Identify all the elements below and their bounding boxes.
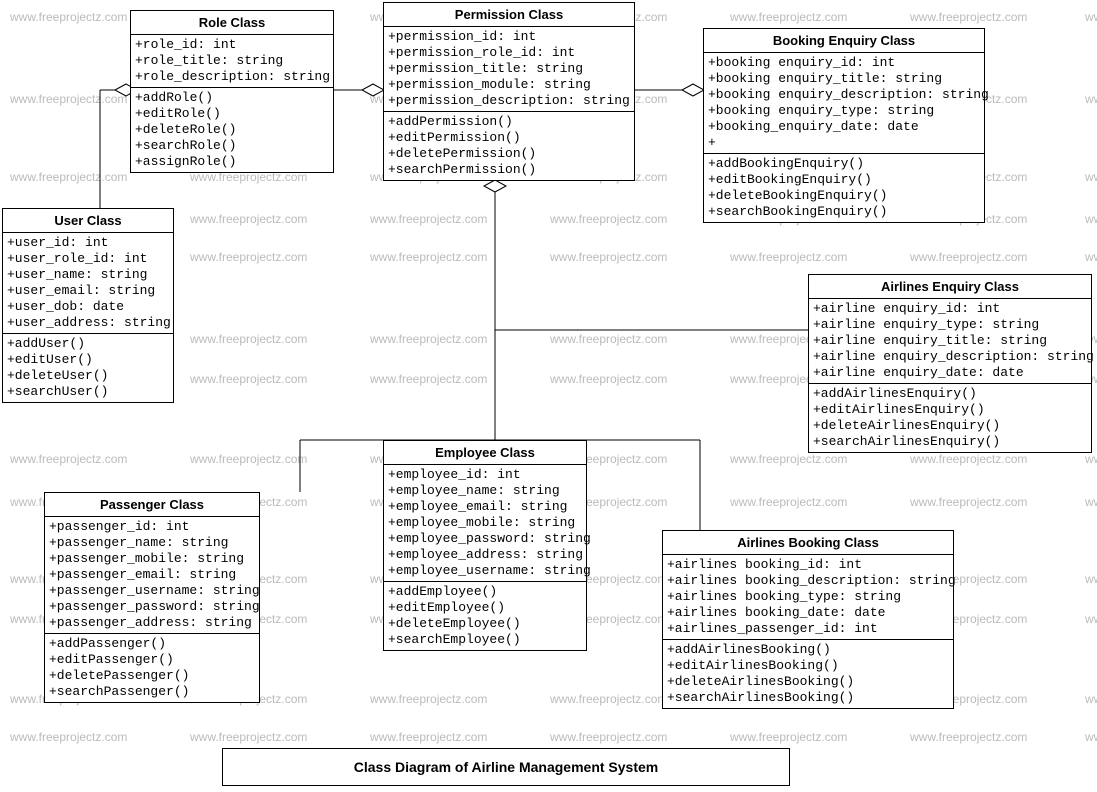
class-ops: +addAirlinesEnquiry()+editAirlinesEnquir… [809,384,1091,452]
class-attrs: +airline enquiry_id: int+airline enquiry… [809,299,1091,384]
class-booking-enquiry: Booking Enquiry Class +booking enquiry_i… [703,28,985,223]
class-attrs: +airlines booking_id: int+airlines booki… [663,555,953,640]
class-ops: +addRole()+editRole()+deleteRole()+searc… [131,88,333,172]
class-passenger: Passenger Class +passenger_id: int+passe… [44,492,260,703]
class-ops: +addPermission()+editPermission()+delete… [384,112,634,180]
class-attrs: +permission_id: int+permission_role_id: … [384,27,634,112]
class-airlines-enquiry: Airlines Enquiry Class +airline enquiry_… [808,274,1092,453]
class-title: Passenger Class [45,493,259,517]
class-title: Booking Enquiry Class [704,29,984,53]
class-ops: +addAirlinesBooking()+editAirlinesBookin… [663,640,953,708]
class-title: User Class [3,209,173,233]
class-airlines-booking: Airlines Booking Class +airlines booking… [662,530,954,709]
class-user: User Class +user_id: int+user_role_id: i… [2,208,174,403]
class-attrs: +employee_id: int+employee_name: string+… [384,465,586,582]
class-title: Role Class [131,11,333,35]
class-title: Permission Class [384,3,634,27]
class-ops: +addUser()+editUser()+deleteUser()+searc… [3,334,173,402]
class-ops: +addEmployee()+editEmployee()+deleteEmpl… [384,582,586,650]
class-permission: Permission Class +permission_id: int+per… [383,2,635,181]
class-employee: Employee Class +employee_id: int+employe… [383,440,587,651]
class-title: Airlines Enquiry Class [809,275,1091,299]
class-attrs: +booking enquiry_id: int+booking enquiry… [704,53,984,154]
class-title: Airlines Booking Class [663,531,953,555]
caption-text: Class Diagram of Airline Management Syst… [354,759,658,775]
class-ops: +addPassenger()+editPassenger()+deletePa… [45,634,259,702]
class-ops: +addBookingEnquiry()+editBookingEnquiry(… [704,154,984,222]
class-title: Employee Class [384,441,586,465]
class-role: Role Class +role_id: int+role_title: str… [130,10,334,173]
diagram-caption: Class Diagram of Airline Management Syst… [222,748,790,786]
class-attrs: +user_id: int+user_role_id: int+user_nam… [3,233,173,334]
class-attrs: +role_id: int+role_title: string+role_de… [131,35,333,88]
class-attrs: +passenger_id: int+passenger_name: strin… [45,517,259,634]
